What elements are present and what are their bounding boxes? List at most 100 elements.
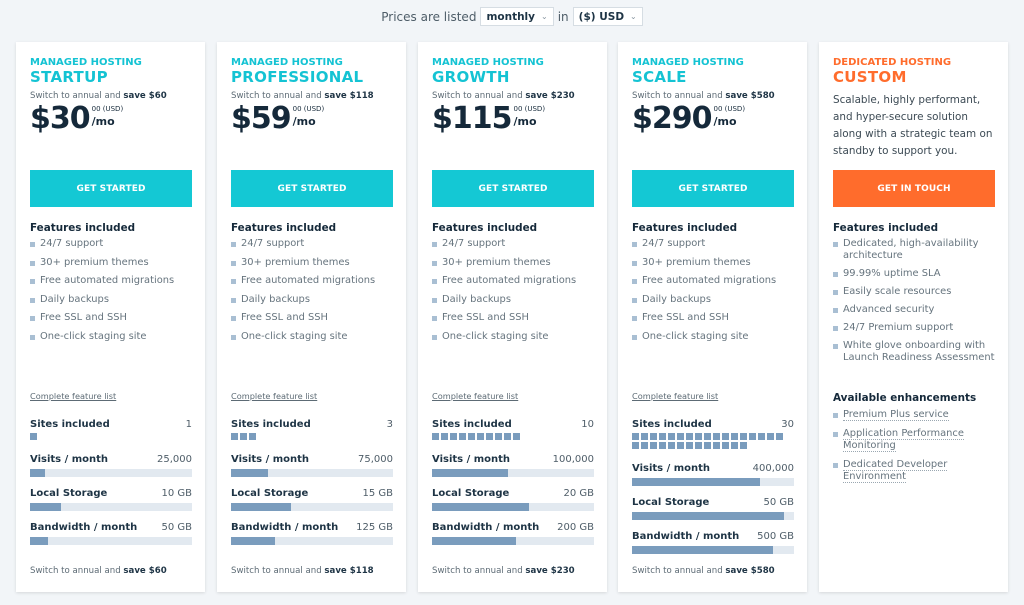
get-in-touch-button[interactable]: GET IN TOUCH xyxy=(833,170,995,207)
metric-value: 125 GB xyxy=(356,522,393,533)
plan-name: PROFESSIONAL xyxy=(231,68,364,86)
site-square xyxy=(632,442,639,449)
feature-item: Free SSL and SSH xyxy=(432,312,597,324)
get-started-button[interactable]: GET STARTED xyxy=(432,170,594,207)
metric-value: 400,000 xyxy=(752,463,794,474)
sites-indicator xyxy=(432,433,590,440)
storage-metric: Local Storage 10 GB xyxy=(30,488,192,511)
complete-feature-list-link[interactable]: Complete feature list xyxy=(231,391,317,401)
metric-label: Local Storage xyxy=(632,497,710,508)
billing-period-value: monthly xyxy=(486,10,536,23)
visits-bar xyxy=(231,469,393,477)
feature-item: 30+ premium themes xyxy=(432,257,597,269)
annual-savings-footer: Switch to annual and save $230 xyxy=(432,566,575,576)
site-square xyxy=(704,442,711,449)
site-square xyxy=(758,433,765,440)
prices-listed-label: Prices are listed xyxy=(381,9,477,24)
price-cents: 00 (USD) xyxy=(91,105,124,113)
metric-label: Sites included xyxy=(30,419,110,430)
site-square xyxy=(668,442,675,449)
metric-label: Bandwidth / month xyxy=(432,522,540,533)
site-square xyxy=(459,433,466,440)
feature-item: One-click staging site xyxy=(432,331,597,343)
features-heading: Features included xyxy=(432,222,538,234)
site-square xyxy=(30,433,37,440)
currency-value: ($) USD xyxy=(578,10,625,23)
site-square xyxy=(713,442,720,449)
feature-item: 99.99% uptime SLA xyxy=(833,268,998,280)
currency-select[interactable]: ($) USD ⌄ xyxy=(572,7,643,26)
bandwidth-metric: Bandwidth / month 50 GB xyxy=(30,522,192,545)
feature-item: White glove onboarding with Launch Readi… xyxy=(833,340,998,364)
feature-item: One-click staging site xyxy=(231,331,396,343)
metric-label: Bandwidth / month xyxy=(30,522,138,533)
plan-price: $30 00 (USD) /mo xyxy=(30,102,191,140)
visits-bar xyxy=(632,478,794,486)
visits-bar-fill xyxy=(432,469,509,477)
complete-feature-list-link[interactable]: Complete feature list xyxy=(632,391,718,401)
feature-item: 24/7 Premium support xyxy=(833,322,998,334)
enhancement-link[interactable]: Premium Plus service xyxy=(843,409,949,421)
metric-value: 500 GB xyxy=(757,531,794,542)
annual-savings-note: Switch to annual and save $230 xyxy=(432,91,575,101)
site-square xyxy=(731,433,738,440)
bandwidth-metric: Bandwidth / month 500 GB xyxy=(632,531,794,554)
metric-value: 200 GB xyxy=(557,522,594,533)
enhancement-item: Premium Plus service xyxy=(833,409,998,422)
site-square xyxy=(650,442,657,449)
savings-amount: save $580 xyxy=(725,566,775,576)
price-amount: $59 xyxy=(231,101,292,136)
storage-bar xyxy=(231,503,393,511)
plan-category: MANAGED HOSTING xyxy=(231,57,343,68)
site-square xyxy=(740,442,747,449)
complete-feature-list-link[interactable]: Complete feature list xyxy=(432,391,518,401)
savings-amount: save $580 xyxy=(725,91,775,101)
feature-item: One-click staging site xyxy=(632,331,797,343)
metric-label: Local Storage xyxy=(432,488,510,499)
site-square xyxy=(767,433,774,440)
site-square xyxy=(722,442,729,449)
site-square xyxy=(677,433,684,440)
price-amount: $290 xyxy=(632,101,712,136)
feature-item: Daily backups xyxy=(231,294,396,306)
price-cents: 00 (USD) xyxy=(713,105,746,113)
complete-feature-list-link[interactable]: Complete feature list xyxy=(30,391,116,401)
enhancement-item: Application Performance Monitoring xyxy=(833,427,998,453)
metric-value: 30 xyxy=(781,419,794,430)
sites-indicator xyxy=(30,433,188,440)
site-square xyxy=(641,433,648,440)
site-square xyxy=(686,442,693,449)
feature-item: Dedicated, high-availability architectur… xyxy=(833,238,998,262)
price-amount: $30 xyxy=(30,101,91,136)
plan-price: $115 00 (USD) /mo xyxy=(432,102,593,140)
storage-metric: Local Storage 15 GB xyxy=(231,488,393,511)
site-square xyxy=(432,433,439,440)
annual-savings-footer: Switch to annual and save $118 xyxy=(231,566,374,576)
bandwidth-bar xyxy=(231,537,393,545)
sites-included-metric: Sites included 3 xyxy=(231,419,393,440)
get-started-button[interactable]: GET STARTED xyxy=(30,170,192,207)
site-square xyxy=(468,433,475,440)
site-square xyxy=(231,433,238,440)
plan-price: $59 00 (USD) /mo xyxy=(231,102,392,140)
features-list: 24/7 support 30+ premium themes Free aut… xyxy=(30,238,195,349)
enhancement-link[interactable]: Dedicated Developer Environment xyxy=(843,458,948,483)
metric-label: Visits / month xyxy=(432,454,511,465)
savings-amount: save $60 xyxy=(123,566,167,576)
feature-item: 24/7 support xyxy=(632,238,797,250)
billing-period-select[interactable]: monthly ⌄ xyxy=(480,7,554,26)
site-square xyxy=(450,433,457,440)
storage-bar xyxy=(30,503,192,511)
site-square xyxy=(650,433,657,440)
savings-amount: save $118 xyxy=(324,91,374,101)
metric-label: Sites included xyxy=(432,419,512,430)
feature-item: Free automated migrations xyxy=(432,275,597,287)
get-started-button[interactable]: GET STARTED xyxy=(231,170,393,207)
price-cents: 00 (USD) xyxy=(513,105,546,113)
visits-metric: Visits / month 400,000 xyxy=(632,463,794,486)
site-square xyxy=(713,433,720,440)
get-started-button[interactable]: GET STARTED xyxy=(632,170,794,207)
site-square xyxy=(740,433,747,440)
enhancement-link[interactable]: Application Performance Monitoring xyxy=(843,427,964,452)
metric-label: Sites included xyxy=(231,419,311,430)
